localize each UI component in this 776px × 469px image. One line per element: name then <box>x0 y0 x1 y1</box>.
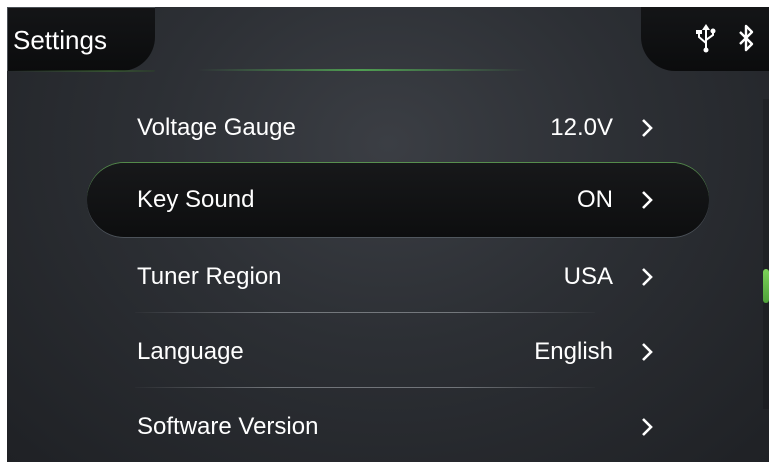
setting-value: ON <box>577 186 613 213</box>
chevron-right-icon <box>640 416 654 438</box>
setting-row-voltage-gauge[interactable]: Voltage Gauge 12.0V <box>87 91 709 165</box>
usb-icon <box>693 23 719 53</box>
scrollbar[interactable] <box>763 99 769 409</box>
setting-value: 12.0V <box>550 114 613 141</box>
setting-value: English <box>534 338 613 365</box>
settings-screen: Settings Voltage Gauge 12.0V Key Sound O… <box>7 7 769 462</box>
setting-row-key-sound[interactable]: Key Sound ON <box>87 163 709 237</box>
scrollbar-thumb[interactable] <box>763 269 769 303</box>
setting-label: Key Sound <box>137 186 255 213</box>
header-divider <box>197 69 527 71</box>
status-area <box>641 7 769 71</box>
setting-label: Voltage Gauge <box>137 114 296 141</box>
setting-label: Tuner Region <box>137 263 282 290</box>
setting-value: USA <box>563 263 613 290</box>
chevron-right-icon <box>640 266 654 288</box>
setting-label: Language <box>137 338 244 365</box>
row-divider <box>135 387 595 388</box>
chevron-right-icon <box>640 117 654 139</box>
setting-row-language[interactable]: Language English <box>87 315 709 389</box>
header-bar: Settings <box>7 7 769 72</box>
setting-row-tuner-region[interactable]: Tuner Region USA <box>87 240 709 314</box>
setting-row-software-version[interactable]: Software Version <box>87 390 709 462</box>
row-divider <box>135 312 595 313</box>
chevron-right-icon <box>640 341 654 363</box>
title-tab: Settings <box>7 7 155 72</box>
bluetooth-icon <box>733 23 759 53</box>
setting-label: Software Version <box>137 413 319 440</box>
page-title: Settings <box>13 25 107 55</box>
chevron-right-icon <box>640 189 654 211</box>
